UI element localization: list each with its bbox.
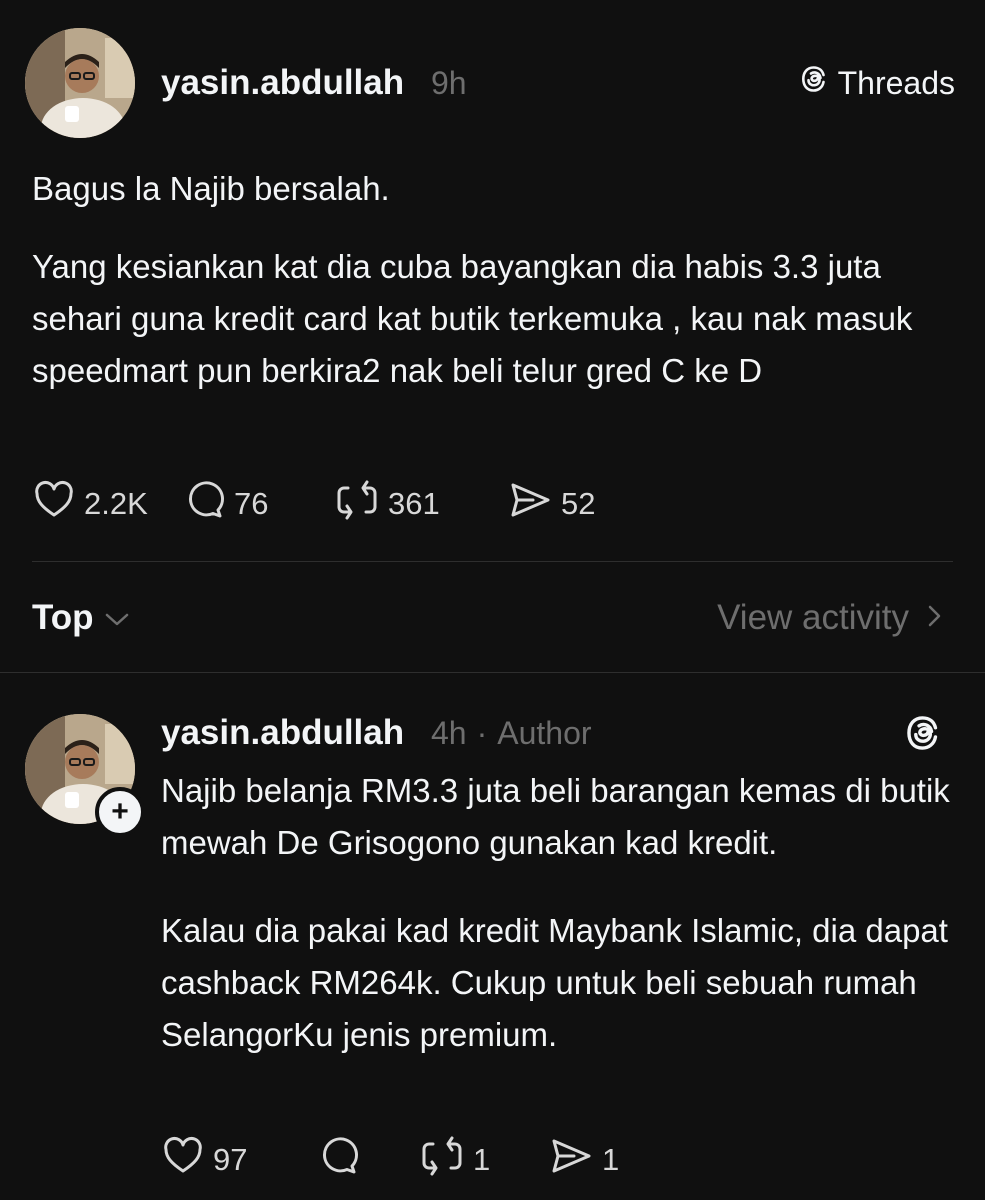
repost-button[interactable]: 361 [334,478,507,530]
threads-logo-icon [798,63,830,103]
sort-label: Top [32,598,94,637]
plus-icon: + [111,795,129,828]
reply-paragraph-1: Najib belanja RM3.3 juta beli barangan k… [161,772,950,861]
chevron-right-icon [927,598,943,638]
post-paragraph-2: Yang kesiankan kat dia cuba bayangkan di… [32,248,913,389]
reply-meta: 4h · Author [431,715,592,752]
reply-paragraph-2: Kalau dia pakai kad kredit Maybank Islam… [161,912,948,1053]
threads-brand[interactable]: Threads [798,63,955,103]
like-button[interactable]: 97 [161,1134,316,1186]
like-count: 97 [213,1142,248,1177]
heart-icon [161,1134,205,1186]
repost-button[interactable]: 1 [419,1134,548,1186]
view-activity-link[interactable]: View activity [717,598,943,638]
repost-icon [334,478,380,530]
comment-icon [182,478,226,530]
sort-dropdown[interactable]: Top [32,598,130,638]
threads-logo-icon[interactable] [902,712,944,759]
post-timestamp: 9h [431,65,467,101]
divider [0,672,985,673]
reply-count: 76 [234,486,269,521]
share-count: 1 [602,1142,620,1177]
reply-username[interactable]: yasin.abdullah [161,713,404,753]
reply-button[interactable]: 76 [182,478,334,530]
share-count: 52 [561,486,596,521]
comment-icon [316,1134,360,1186]
author-badge: Author [497,715,592,751]
chevron-down-icon [104,598,130,638]
follow-plus-button[interactable]: + [95,787,145,837]
view-activity-label: View activity [717,598,909,637]
like-count: 2.2K [84,486,148,521]
meta-separator: · [476,715,488,751]
threads-label: Threads [837,64,955,101]
repost-count: 361 [388,486,440,521]
post-username[interactable]: yasin.abdullah [161,63,404,103]
post-paragraph-1: Bagus la Najib bersalah. [32,170,390,207]
reply-button[interactable] [316,1134,419,1186]
send-icon [548,1134,594,1186]
reply-actions: 97 1 1 [161,1134,619,1186]
heart-icon [32,478,76,530]
post-actions: 2.2K 76 361 52 [32,478,595,530]
avatar[interactable] [25,28,135,138]
reply-timestamp: 4h [431,715,467,751]
divider [32,561,953,562]
repost-icon [419,1134,465,1186]
send-icon [507,478,553,530]
replies-sort-bar: Top View activity [32,590,943,646]
repost-count: 1 [473,1142,491,1177]
like-button[interactable]: 2.2K [32,478,182,530]
reply-body: Najib belanja RM3.3 juta beli barangan k… [161,765,961,1061]
share-button[interactable]: 52 [507,478,595,530]
share-button[interactable]: 1 [548,1134,619,1186]
post-body: Bagus la Najib bersalah. Yang kesiankan … [32,163,962,397]
